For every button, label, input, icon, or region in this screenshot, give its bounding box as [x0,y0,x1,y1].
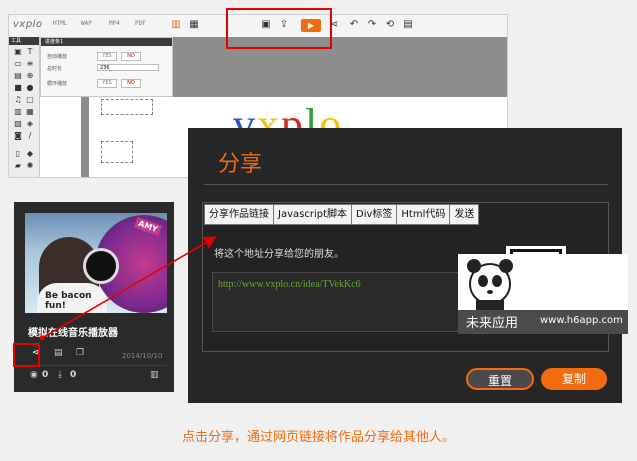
undo-icon[interactable]: ↶ [347,18,361,32]
trash-icon[interactable]: ▥ [150,370,159,380]
table-tool-icon[interactable]: ▦ [25,107,35,117]
loop-no-toggle[interactable]: NO [121,79,141,88]
grid-icon[interactable]: ▦ [187,18,201,32]
divider [25,365,167,366]
loop-yes-toggle[interactable]: YES [97,79,117,88]
copy-icon[interactable]: ❐ [76,348,84,358]
settings-icon[interactable]: ▤ [401,18,415,32]
copy-button[interactable]: 复制 [541,368,607,390]
camera-tool-icon[interactable]: ◙ [13,131,23,141]
toolbar-highlight-box [226,8,332,49]
caption-text: 点击分享，通过网页链接将作品分享给其他人。 [181,430,455,445]
record-icon [83,248,119,284]
dialog-title: 分享 [218,152,263,177]
export-pdf-button[interactable]: PDF [135,20,146,27]
autoplay-yes-toggle[interactable]: YES [97,52,117,61]
share-tabs: 分享作品链接 Javascript脚本 Div标签 Html代码 发送 [204,204,480,225]
text-tool-icon[interactable]: T [25,47,35,57]
map-tool-icon[interactable]: ◈ [25,119,35,129]
share-description: 将这个地址分享给您的朋友。 [214,249,344,260]
music-tool-icon[interactable]: ♫ [13,95,23,105]
autoplay-no-toggle[interactable]: NO [121,52,141,61]
export-mp4-button[interactable]: MP4 [109,20,120,27]
placeholder-box[interactable] [101,99,153,115]
downloads-count: 0 [70,370,77,380]
loop-label: 循环播放 [47,81,68,87]
note-tool-icon[interactable]: ▤ [13,71,23,81]
work-thumbnail[interactable]: Be bacon fun! AMY [25,213,167,313]
tools-panel-title: 工具 [9,37,39,45]
reset-button[interactable]: 重置 [466,368,534,390]
views-count: 0 [42,370,49,380]
divider [204,184,608,185]
placeholder-box[interactable] [101,141,133,163]
button-tool-icon[interactable]: ▢ [25,95,35,105]
redo-icon[interactable]: ↷ [365,18,379,32]
properties-panel: 进度条1 自动播放 YES NO 总时长 236 循环播放 YES NO [40,37,173,97]
work-date: 2014/10/10 [122,352,163,360]
watermark-panda-logo [458,254,628,310]
share-highlight-box [13,343,40,367]
views-icon: ◉ [30,370,38,380]
tab-send[interactable]: 发送 [449,204,480,225]
layers-tool-icon[interactable]: ◆ [25,149,35,159]
image-tool-icon[interactable]: ▣ [13,47,23,57]
form-tool-icon[interactable]: ▧ [13,119,23,129]
watermark: 未来应用 www.h6app.com [458,254,628,334]
watermark-domain: www.h6app.com [540,315,623,326]
autoplay-label: 自动播放 [47,54,68,60]
tab-html[interactable]: Html代码 [396,204,451,225]
download-icon: ⤓ [58,370,62,380]
watermark-app-name: 未来应用 [466,316,519,331]
editor-logo: vxplo [13,19,43,30]
watermark-bar: 未来应用 www.h6app.com [458,310,628,334]
properties-panel-title: 进度条1 [41,38,172,46]
tab-share-link[interactable]: 分享作品链接 [204,204,274,225]
folder-tool-icon[interactable]: ▰ [13,161,23,171]
shirt-text: Be bacon fun! [45,291,92,311]
tab-div[interactable]: Div标签 [351,204,398,225]
library-icon[interactable]: ▥ [169,18,183,32]
page-tool-icon[interactable]: ▯ [13,149,23,159]
folder-icon[interactable]: ▤ [54,348,63,358]
effects-tool-icon[interactable]: ✺ [25,161,35,171]
pen-tool-icon[interactable]: / [25,131,35,141]
export-html-button[interactable]: HTML [53,20,67,27]
duration-input[interactable]: 236 [97,64,159,71]
work-title[interactable]: 模拟在线音乐播放器 [28,324,118,339]
history-icon[interactable]: ⟲ [383,18,397,32]
link-tool-icon[interactable]: ⊕ [25,71,35,81]
tools-panel: 工具 ▣ T ▭ ≡ ▤ ⊕ ■ ● ♫ ▢ ▥ ▦ ▧ ◈ ◙ / ▯ ◆ ▰… [9,37,40,177]
duration-label: 总时长 [47,66,63,72]
tab-javascript[interactable]: Javascript脚本 [273,204,352,225]
circle-tool-icon[interactable]: ● [25,83,35,93]
shape-tool-icon[interactable]: ▭ [13,59,23,69]
chart-tool-icon[interactable]: ▥ [13,107,23,117]
video-tool-icon[interactable]: ■ [13,83,23,93]
export-wap-button[interactable]: WAP [81,20,92,27]
list-tool-icon[interactable]: ≡ [25,59,35,69]
share-url[interactable]: http://www.vxplo.cn/idea/TVekKc6 [218,279,361,290]
